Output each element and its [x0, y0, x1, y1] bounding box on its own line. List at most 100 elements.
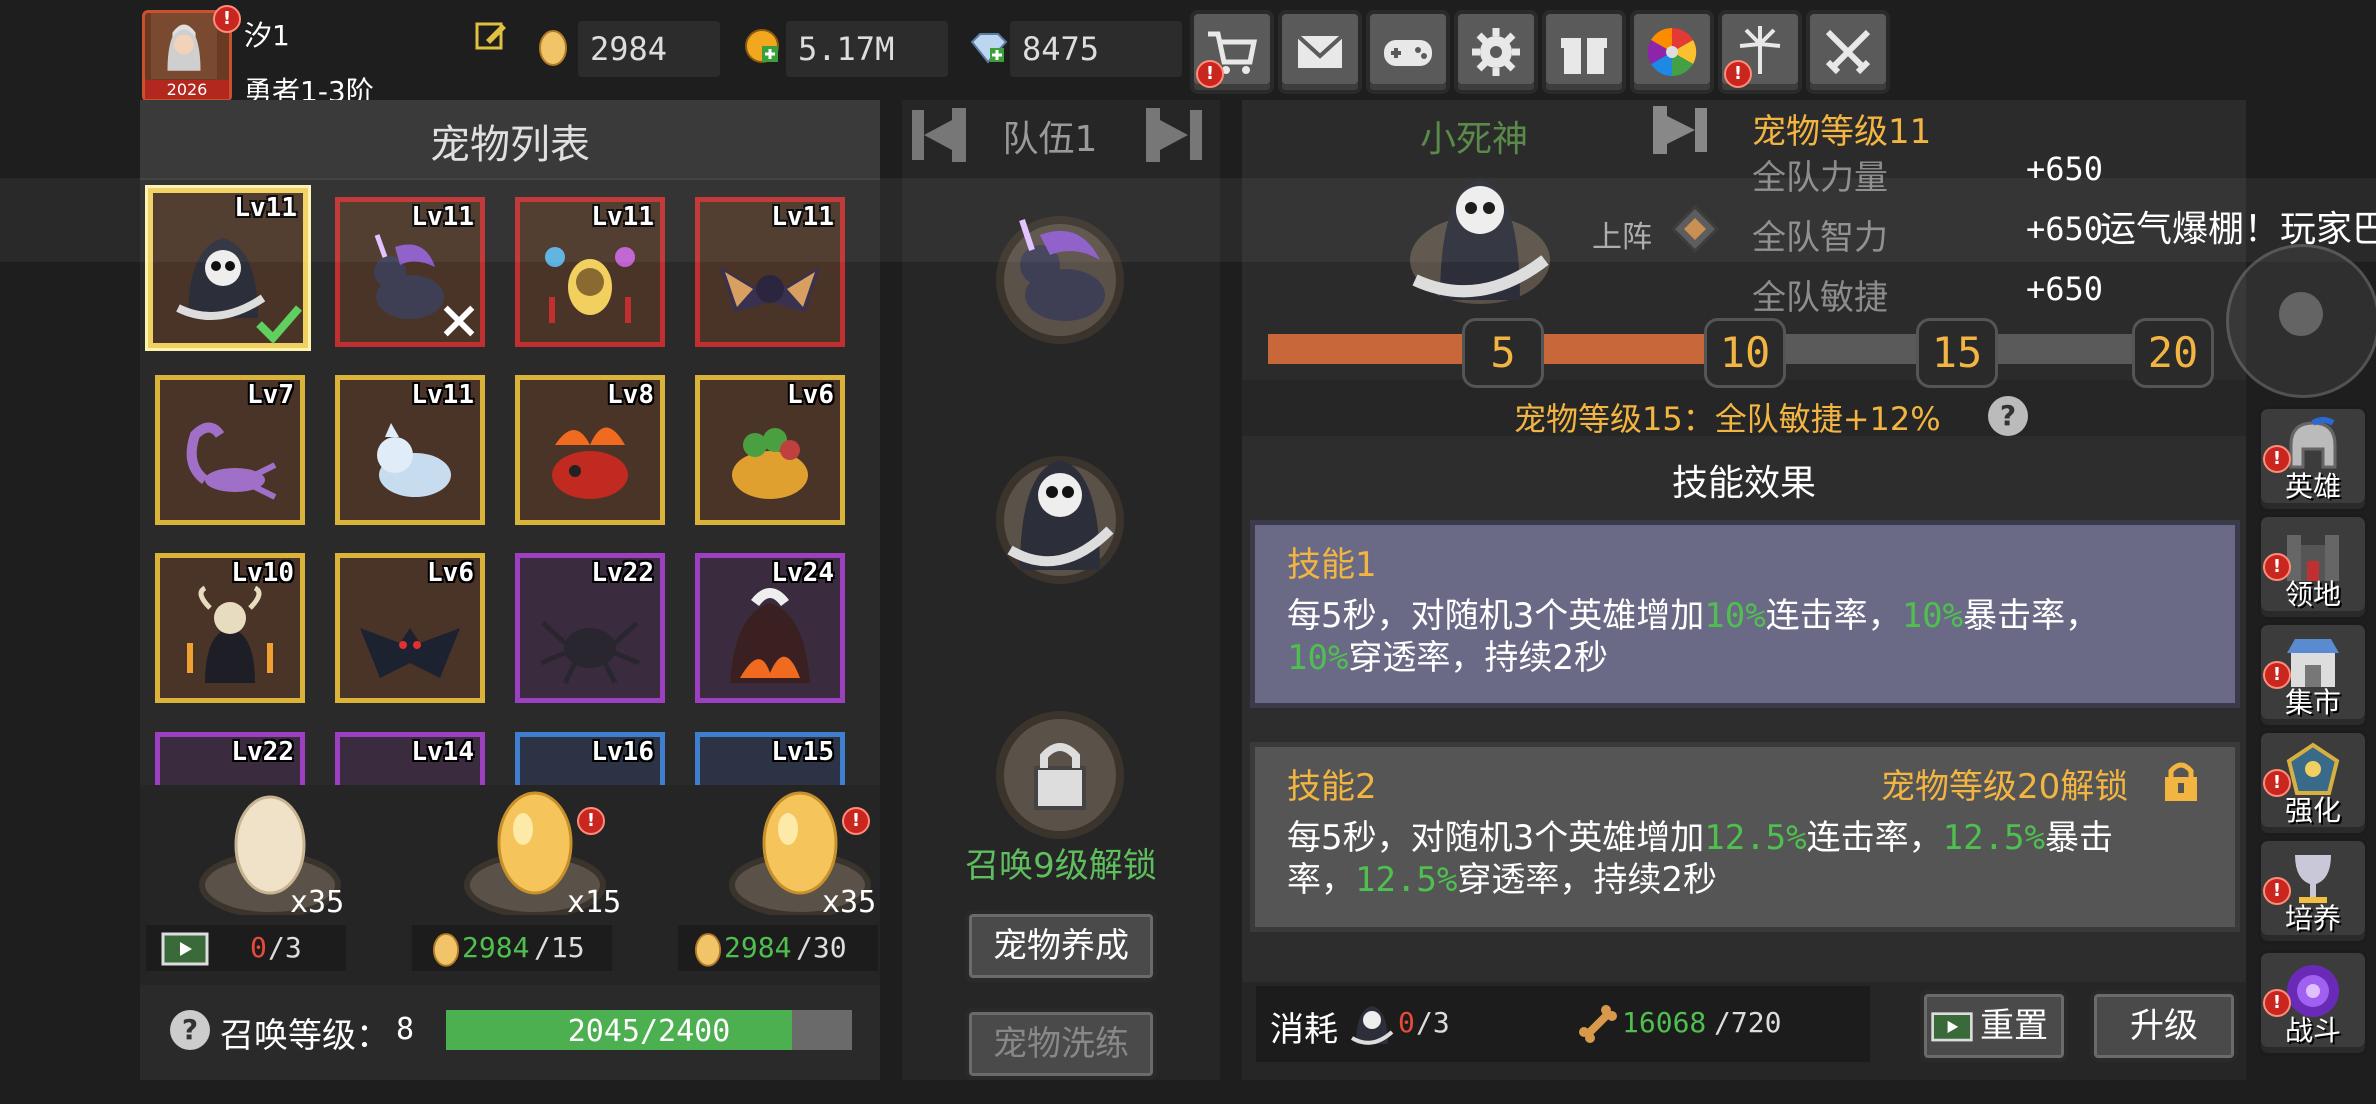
bonus-help-icon[interactable]: ? — [1986, 394, 2030, 438]
lucky-wheel-button[interactable] — [1630, 10, 1714, 94]
gold-count: 5.17M — [786, 21, 948, 77]
toast-banner — [0, 178, 2376, 262]
player-avatar[interactable]: 2026 ! — [142, 5, 241, 102]
team-slot-3-locked — [980, 700, 1140, 850]
milestone-10: 10 — [1704, 318, 1786, 388]
top-button-row: ! ! — [1190, 10, 1890, 94]
spider-pet-icon — [540, 621, 640, 685]
summon-level-label: 召唤等级： — [220, 1016, 390, 1056]
team-prev-button[interactable] — [904, 100, 974, 170]
milestone-15: 15 — [1916, 318, 1998, 388]
reset-button[interactable]: 重置 — [1920, 990, 2068, 1062]
lock-icon — [996, 711, 1124, 839]
gift-button[interactable] — [1542, 10, 1626, 94]
pet-card[interactable]: Lv11 — [335, 375, 485, 525]
skill-2-unlock-text: 宠物等级20解锁 — [1881, 767, 2129, 807]
pet-wash-button[interactable]: 宠物洗练 — [965, 1008, 1157, 1080]
next-pet-button[interactable] — [1645, 100, 1715, 160]
summon-level-value: 8 — [396, 1012, 415, 1047]
svg-text:?: ? — [182, 1013, 198, 1046]
gear-icon — [1472, 28, 1520, 76]
shop-button[interactable]: ! — [1190, 10, 1274, 94]
pet-shard-icon — [1350, 1000, 1394, 1048]
summon-egg-gold-multi[interactable]: ! x35 — [700, 785, 900, 920]
pet-list-title: 宠物列表 — [430, 122, 590, 168]
gold-plus-icon[interactable] — [744, 28, 782, 66]
wheel-icon — [1647, 27, 1697, 77]
nav-enhance[interactable]: ! 强化 — [2258, 730, 2368, 836]
arrow-left-icon — [912, 108, 966, 162]
pet-card[interactable]: Lv14 — [335, 732, 485, 785]
joystick-overlay[interactable] — [2226, 244, 2376, 398]
video-ad-icon — [1931, 1012, 1973, 1042]
pet-card[interactable]: Lv22 — [155, 732, 305, 785]
pet-card[interactable]: Lv16 — [515, 732, 665, 785]
stat-value-agi: +650 — [2026, 270, 2104, 308]
pet-level: 宠物等级11 — [1752, 112, 1932, 152]
gem-plus-icon[interactable] — [968, 30, 1008, 66]
summon-egg-gold[interactable]: ! x15 — [435, 785, 635, 920]
mail-button[interactable] — [1278, 10, 1362, 94]
gamepad-icon — [1384, 40, 1432, 66]
skill-2-name: 技能2 — [1287, 767, 1377, 807]
skill-1-desc: 每5秒，对随机3个英雄增加10%连击率，10%暴击率， 10%穿透率，持续2秒 — [1287, 596, 2100, 678]
pet-card[interactable]: Lv8 — [515, 375, 665, 525]
team-title: 队伍1 — [1002, 119, 1098, 160]
egg-currency-icon — [538, 26, 568, 66]
plant-beast-pet-icon — [732, 428, 808, 499]
pet-card[interactable]: Lv15 — [695, 732, 845, 785]
milestone-5: 5 — [1462, 318, 1544, 388]
nav-heroes[interactable]: ! 英雄 — [2258, 406, 2368, 512]
avatar-portrait-icon — [151, 13, 217, 79]
pet-card[interactable]: Lv10 — [155, 553, 305, 703]
nav-market[interactable]: ! 集市 — [2258, 622, 2368, 728]
gift-icon — [1561, 38, 1607, 74]
nav-cultivate[interactable]: ! 培养 — [2258, 838, 2368, 944]
skills-title: 技能效果 — [1671, 463, 1816, 504]
grim-reaper-pet-icon — [996, 456, 1124, 584]
pet-card[interactable]: Lv7 — [155, 375, 305, 525]
summon-egg-free[interactable]: x35 — [170, 785, 370, 920]
pet-card[interactable]: Lv24 — [695, 553, 845, 703]
mail-icon — [1296, 34, 1344, 68]
bone-icon — [1576, 1002, 1620, 1046]
skill-1-name: 技能1 — [1287, 545, 1377, 585]
egg-currency-icon — [694, 933, 722, 967]
upgrade-button[interactable]: 升级 — [2090, 990, 2238, 1062]
settings-button[interactable] — [1454, 10, 1538, 94]
upgrade-cost-box: 消耗 0 /3 16068 /720 — [1256, 986, 1870, 1062]
video-ad-icon — [161, 932, 209, 966]
egg-currency-icon — [432, 933, 460, 967]
skill-2-card: 技能2 宠物等级20解锁 每5秒，对随机3个英雄增加12.5%连击率，12.5%… — [1250, 742, 2240, 932]
egg-cost-gold: 2984 /15 — [412, 925, 612, 971]
edit-name-icon[interactable] — [474, 18, 508, 52]
toast-text: 运气爆棚！玩家巴 — [2100, 209, 2376, 250]
stat-name-agi: 全队敏捷 — [1752, 278, 1888, 318]
battle-button[interactable] — [1806, 10, 1890, 94]
summon-progress-text: 2045/2400 — [567, 1014, 731, 1049]
skill-1-card: 技能1 每5秒，对随机3个英雄增加10%连击率，10%暴击率， 10%穿透率，持续… — [1250, 520, 2240, 708]
event-button[interactable]: ! — [1718, 10, 1802, 94]
shadow-bat-pet-icon — [360, 628, 460, 678]
pet-card[interactable]: Lv6 — [335, 553, 485, 703]
cost2-need: /720 — [1714, 1006, 1782, 1039]
pet-card[interactable]: Lv6 — [695, 375, 845, 525]
svg-text:?: ? — [2000, 399, 2016, 432]
pet-train-button[interactable]: 宠物养成 — [965, 910, 1157, 982]
cost1-have: 0 — [1398, 1006, 1415, 1039]
skill-2-lock-icon — [2161, 759, 2201, 803]
summon-help-icon[interactable]: ? — [168, 1008, 212, 1052]
skill-2-desc: 每5秒，对随机3个英雄增加12.5%连击率，12.5%暴击 率，12.5%穿透率，… — [1287, 818, 2113, 900]
pet-card[interactable]: Lv22 — [515, 553, 665, 703]
avatar-year-badge: 2026 — [145, 80, 229, 99]
nav-battle[interactable]: ! 战斗 — [2258, 950, 2368, 1056]
next-bonus-text: 宠物等级15：全队敏捷+12% — [1514, 400, 1941, 438]
game-button[interactable] — [1366, 10, 1450, 94]
team-slot-2[interactable] — [980, 430, 1140, 590]
joystick-knob — [2279, 292, 2323, 336]
nav-territory[interactable]: ! 领地 — [2258, 514, 2368, 620]
cost-label: 消耗 — [1270, 1010, 1338, 1050]
team-next-button[interactable] — [1138, 100, 1212, 170]
goat-skull-pet-icon — [187, 585, 273, 683]
ice-wolf-pet-icon — [377, 423, 451, 497]
